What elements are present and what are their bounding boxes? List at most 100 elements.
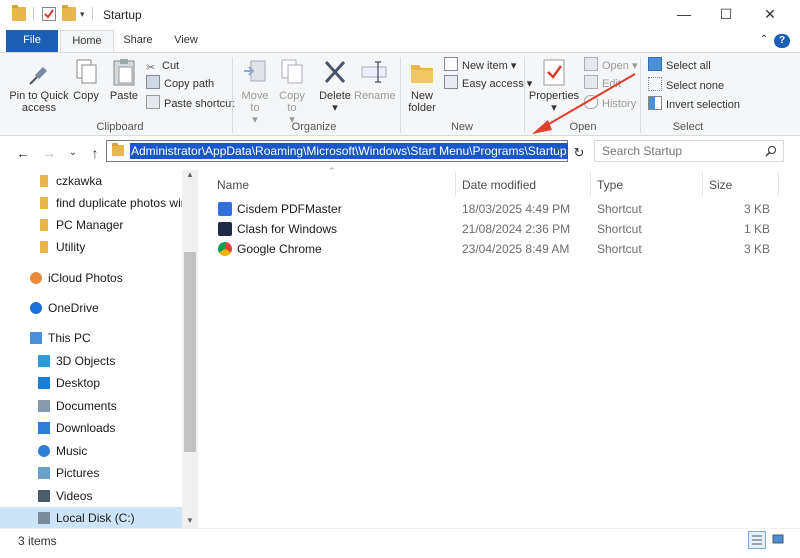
- select-all-icon: [648, 57, 662, 71]
- navigation-bar: ← → ⌄ ↑ Administrator\AppData\Roaming\Mi…: [0, 136, 800, 170]
- group-label-new: New: [450, 121, 473, 133]
- sidebar-item[interactable]: OneDrive: [0, 297, 182, 319]
- maximize-button[interactable]: ☐: [710, 4, 742, 26]
- window-title: Startup: [103, 8, 142, 22]
- paste-shortcut-button[interactable]: Paste shortcut: [146, 95, 234, 113]
- up-arrow-icon[interactable]: ↑: [86, 144, 104, 162]
- sidebar-item[interactable]: Local Disk (C:): [0, 507, 182, 528]
- tab-view[interactable]: View: [164, 30, 208, 52]
- group-label-organize: Organize: [291, 121, 337, 133]
- sidebar-item[interactable]: 3D Objects: [0, 350, 182, 372]
- sidebar-item-label: This PC: [48, 331, 91, 345]
- select-none-button[interactable]: Select none: [648, 77, 724, 95]
- pin-quick-access-button[interactable]: Pin to Quick access: [6, 55, 72, 114]
- 3d-objects-icon: [38, 355, 50, 367]
- column-separator[interactable]: [455, 172, 456, 196]
- ribbon-tabs: File Home Share View ⌃ ?: [0, 30, 800, 53]
- file-row[interactable]: Cisdem PDFMaster 18/03/2025 4:49 PM Shortc…: [214, 199, 778, 219]
- sidebar-item[interactable]: iCloud Photos: [0, 267, 182, 289]
- music-icon: [38, 445, 50, 457]
- new-folder-icon: [408, 57, 436, 87]
- file-list: ⌃ Name Date modified Type Size Cisdem PD…: [198, 166, 800, 528]
- sidebar-item[interactable]: Music: [0, 440, 182, 462]
- title-bar: ▾ Startup — ☐ ✕: [0, 0, 800, 30]
- scroll-down-icon[interactable]: ▼: [186, 516, 194, 525]
- file-row[interactable]: Google Chrome 23/04/2025 8:49 AM Shortcut 3…: [214, 239, 778, 259]
- annotation-arrow: [532, 73, 636, 134]
- details-view-icon[interactable]: [748, 531, 766, 549]
- file-size: 1 KB: [743, 222, 770, 236]
- address-bar[interactable]: Administrator\AppData\Roaming\Microsoft\…: [106, 140, 568, 162]
- sidebar-item-label: find duplicate photos win: [56, 196, 182, 210]
- scroll-thumb[interactable]: [184, 252, 196, 452]
- column-header-date[interactable]: Date modified: [462, 174, 536, 196]
- rename-button[interactable]: Rename: [354, 55, 396, 102]
- ribbon: Pin to Quick access Copy Paste ✂ Cut Copy…: [0, 52, 800, 136]
- sidebar-scrollbar[interactable]: ▲ ▼: [182, 170, 198, 528]
- sidebar-item-label: 3D Objects: [56, 354, 116, 368]
- file-type: Shortcut: [597, 202, 642, 216]
- paste-button[interactable]: Paste: [106, 55, 142, 102]
- column-header-size[interactable]: Size: [709, 174, 732, 196]
- file-name: Clash for Windows: [237, 222, 338, 236]
- sidebar-item-label: Utility: [56, 240, 86, 254]
- sidebar-item[interactable]: Desktop: [0, 372, 182, 394]
- sidebar-item[interactable]: Pictures: [0, 462, 182, 484]
- sidebar-item[interactable]: Downloads: [0, 417, 182, 439]
- invert-selection-button[interactable]: Invert selection: [648, 96, 740, 114]
- sidebar-item[interactable]: Utility: [0, 236, 182, 258]
- back-arrow-icon[interactable]: ←: [14, 144, 32, 162]
- delete-button[interactable]: Delete ▾: [316, 55, 354, 114]
- sidebar-item[interactable]: find duplicate photos win: [0, 192, 182, 214]
- sidebar-item-label: OneDrive: [48, 301, 99, 315]
- tab-home[interactable]: Home: [60, 30, 114, 53]
- minimize-button[interactable]: —: [668, 4, 700, 26]
- folder-icon: [40, 175, 48, 187]
- new-folder-icon[interactable]: [62, 5, 76, 21]
- sidebar-item-label: czkawka: [56, 174, 103, 188]
- copy-to-button[interactable]: Copy to ▾: [274, 55, 310, 126]
- forward-arrow-icon[interactable]: →: [40, 144, 58, 162]
- help-icon[interactable]: ?: [774, 34, 790, 48]
- address-dropdown-chevron-icon[interactable]: ⌄: [553, 143, 561, 154]
- refresh-icon[interactable]: ↻: [570, 144, 588, 162]
- new-item-button[interactable]: New item ▾: [444, 57, 516, 75]
- desktop-icon: [38, 377, 50, 389]
- sidebar-item[interactable]: czkawka: [0, 170, 182, 192]
- column-header-type[interactable]: Type: [597, 174, 623, 196]
- sidebar-item[interactable]: This PC: [0, 327, 182, 349]
- copy-button[interactable]: Copy: [70, 55, 102, 102]
- sidebar-item[interactable]: PC Manager: [0, 214, 182, 236]
- tab-file[interactable]: File: [6, 30, 58, 52]
- copy-to-icon: [278, 57, 306, 87]
- sidebar-item[interactable]: Videos: [0, 485, 182, 507]
- column-separator[interactable]: [590, 172, 591, 196]
- file-size: 3 KB: [743, 202, 770, 216]
- new-folder-button[interactable]: New folder: [404, 55, 440, 114]
- copy-path-button[interactable]: Copy path: [146, 75, 214, 93]
- close-button[interactable]: ✕: [754, 4, 786, 26]
- folder-icon: [40, 219, 48, 231]
- scroll-up-icon[interactable]: ▲: [186, 170, 194, 179]
- status-bar: 3 items: [0, 528, 800, 553]
- file-date: 21/08/2024 2:36 PM: [462, 222, 571, 236]
- sidebar-item-label: Videos: [56, 489, 93, 503]
- computer-icon: [30, 332, 42, 344]
- cut-button[interactable]: ✂ Cut: [146, 57, 179, 75]
- recent-locations-chevron-icon[interactable]: ⌄: [64, 144, 82, 162]
- sidebar-item[interactable]: Documents: [0, 395, 182, 417]
- chevron-up-icon[interactable]: ⌃: [756, 30, 772, 52]
- move-to-button[interactable]: Move to ▾: [238, 55, 272, 126]
- address-path[interactable]: Administrator\AppData\Roaming\Microsoft\…: [130, 143, 568, 159]
- select-all-button[interactable]: Select all: [648, 57, 711, 75]
- large-icons-view-icon[interactable]: [770, 531, 788, 549]
- file-row[interactable]: Clash for Windows 21/08/2024 2:36 PM Short…: [214, 219, 778, 239]
- column-separator[interactable]: [702, 172, 703, 196]
- tab-share[interactable]: Share: [114, 30, 162, 52]
- column-header-name[interactable]: Name: [217, 174, 249, 196]
- search-input[interactable]: Search Startup: [594, 140, 784, 162]
- file-size: 3 KB: [743, 242, 770, 256]
- properties-check-icon[interactable]: [42, 7, 56, 21]
- column-separator[interactable]: [778, 172, 779, 196]
- file-name: Google Chrome: [237, 242, 322, 256]
